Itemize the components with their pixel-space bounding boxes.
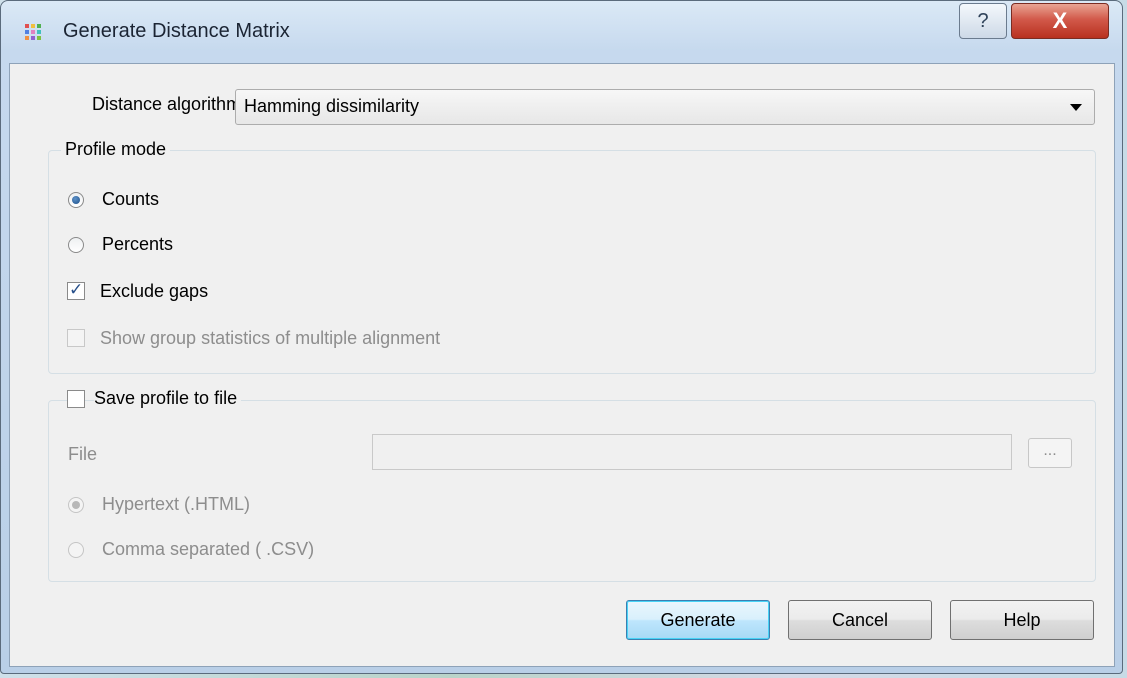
exclude-gaps-checkbox[interactable] — [67, 280, 85, 300]
algorithm-select[interactable]: Hamming dissimilarity — [235, 89, 1095, 125]
group-stats-checkbox — [67, 329, 85, 347]
save-profile-checkbox[interactable] — [67, 390, 85, 408]
window-title: Generate Distance Matrix — [63, 20, 290, 42]
save-profile-label[interactable]: Save profile to file — [94, 388, 242, 409]
title-bar[interactable]: Generate Distance Matrix ? X — [1, 1, 1122, 63]
html-format-label: Hypertext (.HTML) — [102, 494, 251, 514]
dialog-body: Distance algorithm Hamming dissimilarity… — [9, 63, 1115, 667]
algorithm-selected-value: Hamming dissimilarity — [244, 96, 420, 116]
file-path-input — [372, 434, 1012, 470]
percents-label[interactable]: Percents — [102, 234, 173, 255]
html-format-radio — [68, 497, 84, 513]
algorithm-label: Distance algorithm — [92, 94, 242, 114]
cancel-button[interactable]: Cancel — [788, 600, 932, 640]
browse-button: ... — [1028, 438, 1072, 468]
percents-radio[interactable] — [68, 237, 84, 253]
close-button[interactable]: X — [1011, 3, 1109, 39]
csv-format-radio — [68, 542, 84, 558]
dropdown-arrow-icon — [1070, 104, 1082, 111]
counts-label[interactable]: Counts — [102, 189, 159, 210]
dialog-window: Generate Distance Matrix ? X Distance al… — [0, 0, 1123, 674]
exclude-gaps-label[interactable]: Exclude gaps — [100, 281, 208, 302]
profile-mode-title: Profile mode — [61, 139, 171, 160]
generate-button[interactable]: Generate — [626, 600, 770, 640]
app-icon — [25, 24, 41, 40]
counts-radio[interactable] — [68, 192, 84, 208]
file-label: File — [68, 444, 98, 464]
help-title-button[interactable]: ? — [959, 3, 1007, 39]
csv-format-label: Comma separated ( .CSV) — [102, 539, 315, 559]
help-button[interactable]: Help — [950, 600, 1094, 640]
group-stats-label: Show group statistics of multiple alignm… — [100, 328, 441, 348]
